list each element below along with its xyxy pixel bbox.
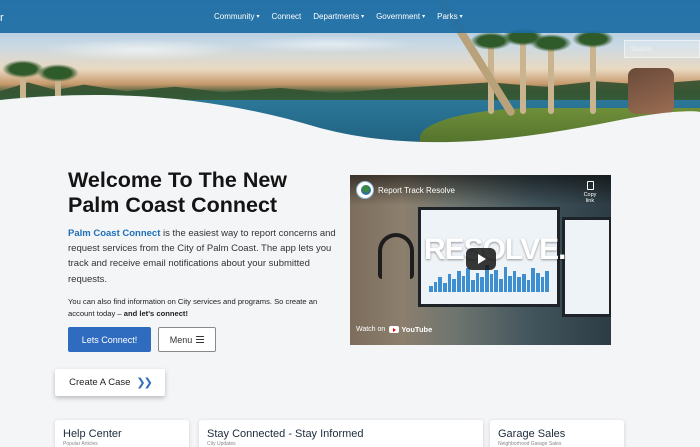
nav-parks-label: Parks xyxy=(437,12,458,21)
youtube-label: YouTube xyxy=(401,325,433,334)
search-input[interactable] xyxy=(624,40,700,58)
double-chevron-right-icon: ❯❯ xyxy=(136,377,153,389)
title-line-2: Palm Coast Connect xyxy=(68,193,278,217)
thumbnail-bar xyxy=(545,271,550,292)
main-nav: Community ▾ Connect Departments ▾ Govern… xyxy=(208,0,469,33)
thumbnail-bar xyxy=(429,286,433,292)
copy-icon xyxy=(586,181,594,190)
watch-on-label: Watch on xyxy=(356,326,386,333)
thumbnail-bar xyxy=(433,281,438,292)
top-navbar: r Community ▾ Connect Departments ▾ Gove… xyxy=(0,0,700,33)
thumbnail-bar xyxy=(442,283,447,292)
intro-paragraph: Palm Coast Connect is the easiest way to… xyxy=(68,226,336,287)
create-case-label: Create A Case xyxy=(69,377,131,388)
thumbnail-bar xyxy=(456,271,461,292)
nav-departments[interactable]: Departments ▾ xyxy=(307,12,370,21)
palm-coast-connect-link[interactable]: Palm Coast Connect xyxy=(68,228,160,239)
hamburger-icon xyxy=(196,336,205,343)
thumbnail-bar xyxy=(503,266,508,292)
brand-fragment[interactable]: r xyxy=(0,12,8,24)
help-center-card[interactable]: Help Center Popular Articles xyxy=(55,420,189,447)
thumbnail-bar xyxy=(466,268,470,292)
video-player[interactable]: Report Track Resolve Copy link RESOLVE. … xyxy=(350,175,611,345)
video-title[interactable]: Report Track Resolve xyxy=(378,186,455,195)
sub-paragraph: You can also find information on City se… xyxy=(68,296,338,320)
card-subtitle: Neighborhood Garage Sales xyxy=(498,441,562,447)
sub-bold-text: and let's connect! xyxy=(123,309,188,318)
thumbnail-bar xyxy=(512,271,517,292)
thumbnail-bar xyxy=(536,272,540,292)
nav-government-label: Government xyxy=(376,12,421,21)
caret-down-icon: ▾ xyxy=(459,14,463,20)
thumbnail-bar xyxy=(531,268,536,292)
nav-departments-label: Departments xyxy=(313,12,360,21)
thumbnail-bar xyxy=(438,277,442,292)
nav-government[interactable]: Government ▾ xyxy=(370,12,431,21)
thumbnail-bar xyxy=(461,275,466,292)
stay-connected-card[interactable]: Stay Connected - Stay Informed City Upda… xyxy=(199,420,483,447)
lets-connect-button[interactable]: Lets Connect! xyxy=(68,327,151,352)
play-button-icon[interactable] xyxy=(466,248,496,270)
menu-button[interactable]: Menu xyxy=(158,327,216,352)
card-title: Help Center xyxy=(63,428,122,440)
city-logo-icon[interactable] xyxy=(356,181,374,199)
garage-sales-card[interactable]: Garage Sales Neighborhood Garage Sales xyxy=(490,420,624,447)
thumbnail-bar xyxy=(470,280,475,292)
card-title: Stay Connected - Stay Informed xyxy=(207,428,364,440)
youtube-play-icon xyxy=(389,326,400,333)
nav-connect[interactable]: Connect xyxy=(265,12,307,21)
nav-community[interactable]: Community ▾ xyxy=(208,12,265,21)
page-title: Welcome To The New Palm Coast Connect xyxy=(68,168,338,218)
copy-link-label: Copy link xyxy=(583,192,597,204)
thumbnail-bar xyxy=(480,277,484,292)
thumbnail-bar xyxy=(517,277,522,292)
card-subtitle: Popular Articles xyxy=(63,441,98,447)
youtube-logo: YouTube xyxy=(389,325,432,334)
sub-text: You can also find information on City se… xyxy=(68,297,318,318)
caret-down-icon: ▾ xyxy=(256,14,260,20)
thumbnail-bar xyxy=(498,278,503,292)
copy-link-button[interactable]: Copy link xyxy=(579,181,601,204)
thumbnail-bar xyxy=(494,269,498,292)
thumbnail-bar xyxy=(447,274,452,292)
thumbnail-bar xyxy=(489,274,494,292)
title-line-1: Welcome To The New xyxy=(68,168,288,192)
thumbnail-bar xyxy=(540,277,545,292)
nav-connect-label: Connect xyxy=(271,12,302,21)
card-title: Garage Sales xyxy=(498,428,566,440)
headset-icon xyxy=(378,233,414,279)
watch-on-youtube[interactable]: Watch on YouTube xyxy=(356,325,432,334)
thumbnail-bar xyxy=(522,274,526,292)
nav-parks[interactable]: Parks ▾ xyxy=(431,12,468,21)
nav-community-label: Community xyxy=(214,12,255,21)
card-subtitle: City Updates xyxy=(207,441,236,447)
thumbnail-bar xyxy=(508,275,512,292)
thumbnail-bar xyxy=(475,272,480,292)
caret-down-icon: ▾ xyxy=(361,14,365,20)
menu-button-label: Menu xyxy=(169,334,193,345)
caret-down-icon: ▾ xyxy=(422,14,426,20)
create-case-button[interactable]: Create A Case ❯❯ xyxy=(55,369,165,396)
thumbnail-monitor-2 xyxy=(562,217,611,317)
thumbnail-bar xyxy=(452,278,456,292)
thumbnail-bar xyxy=(526,280,531,292)
